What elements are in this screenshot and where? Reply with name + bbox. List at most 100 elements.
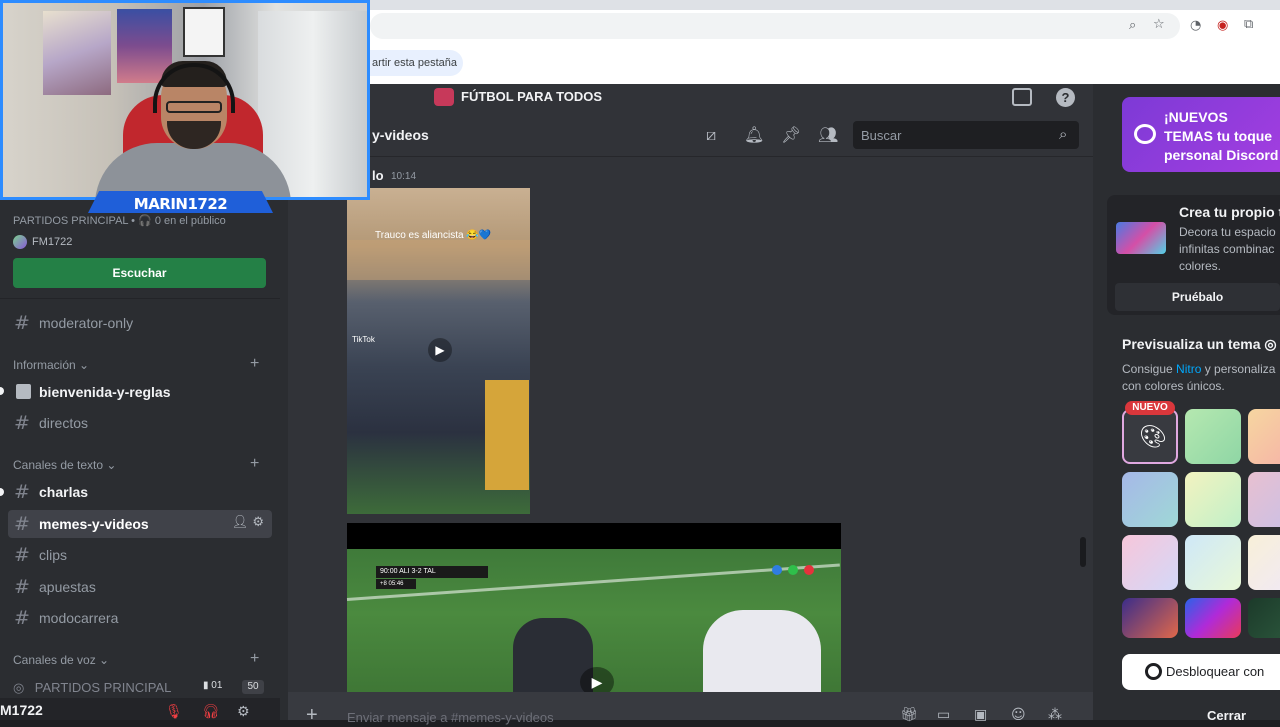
channel-label: PARTIDOS PRINCIPAL <box>34 680 172 695</box>
try-button[interactable]: Pruébalo <box>1115 283 1280 311</box>
share-tab-button[interactable]: artir esta pestaña <box>360 50 463 76</box>
preview-desc-pre: Consigue <box>1122 362 1177 376</box>
channel-settings-icons[interactable]: 👤︎ ⚙ <box>232 515 264 530</box>
bell-icon[interactable]: 🔔︎ <box>744 125 764 144</box>
sidebar-divider <box>0 298 280 299</box>
theme-swatch[interactable] <box>1185 598 1241 638</box>
server-name[interactable]: FÚTBOL PARA TODOS <box>461 89 602 104</box>
channel-apuestas[interactable]: # apuestas <box>8 573 272 601</box>
gif-icon[interactable]: ▭ <box>937 707 950 723</box>
scoreboard: 90:00 ALI 3-2 TAL <box>376 566 488 578</box>
apps-icon[interactable]: ⁂ <box>1048 707 1062 723</box>
star-icon[interactable]: ☆ <box>1153 17 1165 32</box>
category-text[interactable]: Canales de texto ⌄ <box>13 458 116 472</box>
inbox-icon[interactable] <box>1012 88 1032 106</box>
create-theme-description: Decora tu espacio infinitas combinac col… <box>1179 225 1276 273</box>
channel-directos[interactable]: # directos <box>8 409 272 437</box>
attach-icon[interactable]: + <box>306 704 318 727</box>
extension-icon[interactable]: ◔ <box>1190 18 1201 33</box>
address-bar[interactable] <box>370 13 1180 39</box>
channel-label: modocarrera <box>39 610 119 626</box>
glasses <box>166 101 222 113</box>
channel-label: bienvenida-y-reglas <box>39 384 171 400</box>
theme-swatch[interactable] <box>1248 472 1280 527</box>
user-name[interactable]: M1722 <box>0 702 43 718</box>
category-voice[interactable]: Canales de voz ⌄ <box>13 653 109 667</box>
theme-preview-image <box>1116 222 1166 254</box>
theme-swatch[interactable] <box>1248 409 1280 464</box>
deafen-icon[interactable]: 🎧︎ <box>202 704 220 720</box>
video1-caption: Trauco es aliancista 😂💙 <box>375 230 492 241</box>
add-channel-icon[interactable]: + <box>250 650 259 668</box>
chat-scrollbar[interactable] <box>1080 537 1086 567</box>
message-timestamp: 10:14 <box>391 171 417 182</box>
emoji-icon[interactable]: ☺ <box>1011 707 1026 723</box>
channel-label: charlas <box>39 484 89 500</box>
match-clock: +8 05:46 <box>376 579 416 589</box>
video1-goalkeeper <box>485 380 529 490</box>
theme-swatch[interactable] <box>1122 535 1178 590</box>
video1-background-stripe <box>347 240 530 280</box>
channel-label: apuestas <box>39 579 96 595</box>
channel-charlas[interactable]: # charlas <box>8 478 272 506</box>
palette-icon: 🎨︎ <box>1139 425 1167 450</box>
header-divider <box>288 156 1093 157</box>
hash-icon: # <box>14 576 30 598</box>
hash-icon: # <box>14 481 30 503</box>
nitro-icon <box>1134 124 1156 144</box>
message-author[interactable]: lo <box>372 168 384 183</box>
hash-icon: # <box>14 544 30 566</box>
theme-swatch[interactable] <box>1185 472 1241 527</box>
nitro-link[interactable]: Nitro <box>1176 362 1201 376</box>
theme-swatch[interactable] <box>1122 472 1178 527</box>
category-info[interactable]: Información ⌄ <box>13 358 89 372</box>
broadcaster-logo-dot <box>772 565 782 575</box>
threads-icon[interactable]: ⧄ <box>706 125 716 145</box>
channel-label: moderator-only <box>39 315 134 331</box>
nitro-icon <box>1145 663 1162 680</box>
avatar <box>13 235 27 249</box>
help-icon[interactable]: ? <box>1056 88 1075 107</box>
channel-clips[interactable]: # clips <box>8 541 272 569</box>
search-icon: ⌕ <box>1059 125 1068 143</box>
channel-bienvenida-y-reglas[interactable]: bienvenida-y-reglas <box>8 378 272 406</box>
members-icon[interactable]: 👥︎ <box>818 125 838 144</box>
stage-status: PARTIDOS PRINCIPAL • 🎧 0 en el público <box>13 215 226 227</box>
add-channel-icon[interactable]: + <box>250 455 259 473</box>
server-icon <box>434 88 454 106</box>
puzzle-icon[interactable]: ⧉ <box>1244 17 1253 32</box>
channel-modocarrera[interactable]: # modocarrera <box>8 604 272 632</box>
broadcaster-logo-dot <box>804 565 814 575</box>
stage-user[interactable]: FM1722 <box>32 236 72 248</box>
theme-swatch[interactable] <box>1122 598 1178 638</box>
channel-label: memes-y-videos <box>39 516 149 532</box>
rules-icon <box>16 384 31 399</box>
stage-icon: ◎ <box>13 681 25 696</box>
listen-button[interactable]: Escuchar <box>13 258 266 288</box>
search-placeholder: Buscar <box>861 128 902 143</box>
mute-icon[interactable]: 🎙︎ <box>165 704 183 720</box>
zoom-icon[interactable]: ⌕ <box>1129 18 1136 33</box>
gear-icon[interactable]: ⚙ <box>237 704 250 720</box>
hash-icon: # <box>14 607 30 629</box>
streamer-name: MARIN1722 <box>133 195 228 213</box>
broadcaster-logo-dot <box>788 565 798 575</box>
add-channel-icon[interactable]: + <box>250 355 259 373</box>
theme-swatch[interactable] <box>1248 535 1280 590</box>
channel-moderator-only[interactable]: # moderator-only <box>8 309 272 337</box>
gift-icon[interactable]: 🎁︎ <box>900 707 918 723</box>
play-icon[interactable]: ▶ <box>428 338 452 362</box>
voice-limit: 50 <box>242 680 264 694</box>
profile-icon[interactable]: ◉ <box>1217 18 1228 33</box>
theme-swatch[interactable] <box>1185 409 1241 464</box>
theme-swatch[interactable] <box>1248 598 1280 638</box>
channel-title: y-videos <box>372 127 429 143</box>
channel-memes-y-videos[interactable]: # memes-y-videos 👤︎ ⚙ <box>8 510 272 538</box>
voice-channel-partidos[interactable]: ◎ PARTIDOS PRINCIPAL <box>13 679 193 697</box>
hash-icon: # <box>14 412 30 434</box>
sticker-icon[interactable]: ▣ <box>974 707 987 723</box>
close-button[interactable]: Cerrar <box>1207 708 1246 723</box>
voice-count-value: 01 <box>211 680 223 691</box>
theme-swatch[interactable] <box>1185 535 1241 590</box>
pin-icon[interactable]: 📌︎ <box>781 125 801 144</box>
